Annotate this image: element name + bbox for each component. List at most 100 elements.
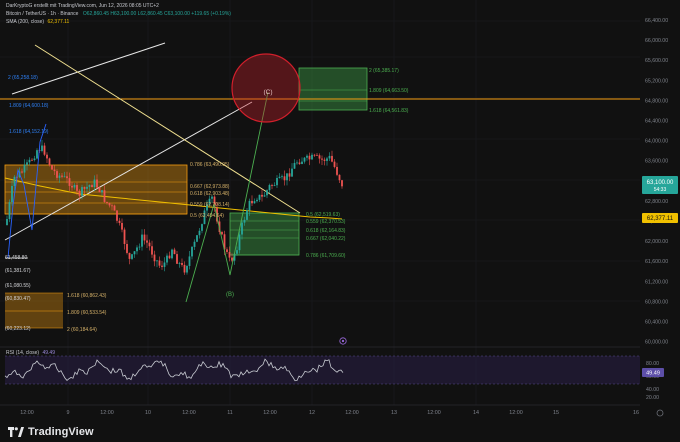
fib-green-05: 0.5 (62,519.63)	[306, 212, 340, 218]
candle-body	[31, 159, 33, 161]
wave-c-marker[interactable]	[231, 53, 301, 123]
fib-green-0786: 0.786 (61,709.60)	[306, 253, 346, 259]
candle-body	[36, 150, 38, 159]
candle-body	[53, 169, 56, 172]
candle-body	[176, 254, 178, 264]
time-tick-label: 16	[633, 410, 639, 416]
candle-body	[221, 232, 223, 235]
time-tick-label: 12:00	[509, 410, 523, 416]
rsi-legend[interactable]: RSI (14, close) 49.49	[6, 350, 55, 356]
fib-green-0667: 0.667 (62,040.22)	[306, 236, 346, 242]
price-tick-label: 64,800.00	[645, 98, 668, 104]
candle-body	[13, 176, 16, 186]
green-fib-zone-upper[interactable]	[298, 67, 368, 111]
candle-body	[276, 178, 278, 186]
time-tick-label: 12:00	[427, 410, 441, 416]
candle-body	[168, 255, 171, 259]
candle-body	[338, 174, 341, 181]
author-line: DarKryptoG erstellt mit TradingView.com,…	[6, 3, 159, 9]
time-tick-label: 12:00	[345, 410, 359, 416]
wave-c-label: (C)	[263, 89, 272, 96]
fib-left-1618: 1.618 (64,152.19)	[9, 129, 49, 135]
time-tick-label: 12:00	[100, 410, 114, 416]
candle-body	[183, 264, 186, 273]
rsi-legend-label: RSI (14, close)	[6, 350, 40, 356]
price-tick-label: 62,800.00	[645, 199, 668, 205]
candle-body	[318, 155, 321, 159]
candle-body	[76, 185, 78, 191]
symbol-line[interactable]: Bitcoin / TetherUS · 1h · Binance O62,86…	[6, 11, 231, 17]
sma-legend[interactable]: SMA (200, close) 62,377.11	[6, 19, 69, 25]
candle-body	[108, 202, 111, 206]
candle-body	[118, 220, 121, 223]
candle-body	[21, 171, 23, 173]
candle-body	[323, 159, 326, 161]
candle-body	[241, 222, 243, 235]
candle-body	[66, 176, 68, 179]
rsi-tick-label: 20.00	[646, 395, 659, 401]
candle-body	[296, 162, 298, 164]
candle-body	[171, 249, 173, 259]
candle-body	[333, 161, 336, 167]
tradingview-logo-icon	[8, 427, 24, 437]
candle-body	[136, 247, 138, 252]
candle-body	[106, 201, 108, 203]
candle-body	[263, 195, 266, 197]
candle-body	[293, 162, 296, 169]
candle-body	[281, 176, 283, 178]
candle-body	[138, 246, 141, 248]
candle-body	[96, 179, 98, 188]
left-price-1: (61,381.67)	[5, 268, 31, 274]
rsi-badge-value: 49.49	[646, 371, 660, 377]
candle-body	[316, 154, 318, 156]
price-tick-label: 66,400.00	[645, 18, 668, 24]
candle-body	[78, 190, 81, 196]
time-tick-label: 11	[227, 410, 233, 416]
candle-body	[6, 219, 8, 225]
candle-body	[328, 155, 331, 159]
candle-body	[191, 246, 193, 257]
candle-body	[188, 256, 191, 266]
fib-green-1618: 1.618 (64,561.83)	[369, 108, 409, 114]
current-price-countdown: 54:33	[654, 187, 667, 193]
candle-body	[326, 158, 328, 161]
candle-body	[341, 180, 343, 187]
price-tick-label: 65,200.00	[645, 78, 668, 84]
time-tick-label: 12:00	[263, 410, 277, 416]
ohlc-values: O62,860.45 H63,100.00 L62,860.45 C63,100…	[82, 11, 231, 17]
candle-body	[103, 190, 106, 202]
fib-green-1809: 1.809 (64,663.50)	[369, 88, 409, 94]
candle-body	[238, 234, 241, 251]
candle-body	[178, 263, 181, 264]
candle-body	[173, 249, 176, 255]
candle-body	[298, 162, 301, 165]
left-price-2: (61,080.55)	[5, 283, 31, 289]
fib-green-0618: 0.618 (62,164.83)	[306, 228, 346, 234]
candle-body	[113, 205, 116, 211]
rsi-tick-label: 40.00	[646, 387, 659, 393]
price-tick-label: 61,200.00	[645, 279, 668, 285]
candle-body	[228, 251, 231, 258]
candle-body	[256, 199, 258, 202]
chart-canvas[interactable]: 66,400.00 66,000.00 65,600.00 65,200.00 64,8…	[0, 0, 680, 442]
price-tick-label: 63,600.00	[645, 159, 668, 165]
candle-body	[91, 185, 93, 188]
candle-body	[198, 230, 201, 236]
candle-body	[321, 158, 323, 160]
candle-body	[283, 176, 286, 181]
tradingview-logo[interactable]: TradingView	[8, 426, 94, 438]
candle-body	[41, 145, 43, 151]
symbol-name[interactable]: Bitcoin / TetherUS · 1h · Binance	[6, 11, 78, 17]
candle-body	[146, 240, 148, 243]
candle-body	[56, 171, 58, 178]
candle-body	[313, 154, 316, 156]
candle-body	[243, 219, 246, 223]
time-tick-label: 12	[309, 410, 315, 416]
price-tick-label: 66,000.00	[645, 38, 668, 44]
candle-body	[273, 185, 276, 186]
candle-body	[308, 155, 311, 160]
candle-body	[278, 176, 281, 179]
fib-orange-0667: 0.667 (62,973.88)	[190, 184, 230, 190]
candle-body	[156, 260, 158, 262]
candle-body	[141, 234, 143, 247]
